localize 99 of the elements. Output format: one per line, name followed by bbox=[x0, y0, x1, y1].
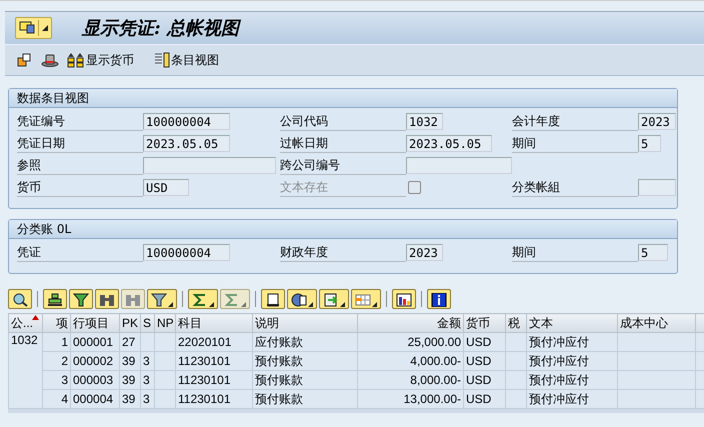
table-cell: 4 bbox=[42, 390, 70, 408]
column-header[interactable]: 金额 bbox=[358, 314, 464, 332]
table-icon bbox=[355, 293, 371, 307]
hat-icon bbox=[41, 53, 59, 67]
toolbar-button[interactable] bbox=[147, 289, 177, 309]
menu-button[interactable] bbox=[15, 17, 52, 39]
sigma-icon bbox=[192, 293, 208, 307]
table-cell: 000002 bbox=[70, 352, 120, 370]
column-header[interactable]: 货币 bbox=[464, 314, 506, 332]
table-cell: 1 bbox=[42, 332, 70, 352]
input-field[interactable]: 2023.05.05 bbox=[143, 134, 230, 152]
input-field[interactable]: 1032 bbox=[406, 112, 443, 130]
filter-funnel-icon bbox=[73, 293, 89, 307]
table-cell: 000003 bbox=[70, 370, 120, 390]
toolbar-button[interactable] bbox=[427, 289, 451, 309]
page-icon bbox=[265, 293, 281, 307]
table-cell: 25,000.00 bbox=[358, 332, 464, 352]
table-cell: USD bbox=[464, 352, 506, 370]
input-field[interactable]: 5 bbox=[638, 244, 668, 260]
caret-icon bbox=[340, 302, 345, 307]
toolbar-button[interactable] bbox=[69, 289, 93, 309]
table-cell: 000004 bbox=[70, 390, 120, 408]
toolbar-button[interactable] bbox=[392, 289, 416, 309]
table-cell: 27 bbox=[120, 332, 140, 352]
caret-icon bbox=[241, 302, 246, 307]
table-cell: 8,000.00- bbox=[358, 370, 464, 390]
column-header[interactable]: 科目 bbox=[176, 314, 252, 332]
table-cell: 22020101 bbox=[176, 332, 252, 352]
table-cell: 预付账款 bbox=[252, 390, 358, 408]
caret-icon bbox=[308, 302, 313, 307]
table-cell: 预付账款 bbox=[252, 352, 358, 370]
toolbar-button[interactable] bbox=[43, 289, 67, 309]
column-header[interactable]: NP bbox=[154, 314, 176, 332]
column-header[interactable]: 文本 bbox=[526, 314, 618, 332]
table-cell: 预付冲应付 bbox=[526, 352, 618, 370]
toolbar-button[interactable]: 条目视图 bbox=[152, 50, 221, 70]
toolbar-button[interactable] bbox=[319, 289, 349, 309]
column-header[interactable]: 项 bbox=[42, 314, 70, 332]
input-field[interactable]: 100000004 bbox=[143, 244, 230, 260]
table-cell: 13,000.00- bbox=[358, 390, 464, 408]
caret-icon bbox=[372, 302, 377, 307]
table-cell: 11230101 bbox=[176, 390, 252, 408]
chart-icon bbox=[396, 293, 412, 307]
details-icon bbox=[12, 293, 28, 307]
table-cell: USD bbox=[464, 370, 506, 390]
column-header[interactable]: PK bbox=[120, 314, 140, 332]
table-cell: 应付账款 bbox=[252, 332, 358, 352]
input-field[interactable]: 2023 bbox=[638, 112, 676, 130]
column-header[interactable]: 成本中心 bbox=[618, 314, 696, 332]
table-cell: 预付账款 bbox=[252, 370, 358, 390]
table-cell: 2 bbox=[42, 352, 70, 370]
toolbar-button[interactable]: 显示货币 bbox=[65, 50, 136, 70]
toolbar-button[interactable] bbox=[95, 289, 119, 309]
toolbar-button[interactable] bbox=[8, 289, 32, 309]
input-field[interactable] bbox=[406, 156, 512, 174]
table-cell: USD bbox=[464, 332, 506, 352]
group-title: 数据条目视图 bbox=[17, 90, 89, 106]
table-cell: 39 bbox=[120, 370, 140, 390]
list-icon bbox=[154, 52, 170, 68]
input-field[interactable]: 100000004 bbox=[143, 112, 230, 130]
input-field[interactable]: 2023 bbox=[406, 244, 443, 260]
column-header[interactable]: 税 bbox=[506, 314, 526, 332]
toolbar-button[interactable] bbox=[261, 289, 285, 309]
screen-icon bbox=[19, 21, 35, 35]
input-field[interactable]: 2023.05.05 bbox=[406, 134, 492, 152]
column-header[interactable]: 公... bbox=[8, 314, 42, 332]
funnel-icon bbox=[151, 293, 167, 307]
toolbar-button[interactable] bbox=[287, 289, 317, 309]
copy-icon bbox=[17, 52, 33, 68]
window-title: 显示凭证: 总帐视图 bbox=[82, 17, 239, 40]
input-field[interactable] bbox=[143, 156, 276, 174]
column-header[interactable]: 说明 bbox=[252, 314, 358, 332]
export-icon bbox=[323, 293, 339, 307]
table-cell: 000001 bbox=[70, 332, 120, 352]
coins-icon bbox=[67, 52, 85, 68]
table-cell: 11230101 bbox=[176, 352, 252, 370]
column-header[interactable]: 行项目 bbox=[70, 314, 120, 332]
group-title: 分类账 0L bbox=[17, 220, 72, 238]
table-cell: USD bbox=[464, 390, 506, 408]
table-cell: 预付冲应付 bbox=[526, 332, 618, 352]
table-cell: 1032 bbox=[8, 332, 42, 408]
table-cell: 39 bbox=[120, 352, 140, 370]
table-cell: 11230101 bbox=[176, 370, 252, 390]
field-label: 文本存在 bbox=[280, 178, 406, 196]
table-cell: 预付冲应付 bbox=[526, 390, 618, 408]
table-cell: 3 bbox=[42, 370, 70, 390]
column-header[interactable]: S bbox=[140, 314, 154, 332]
input-field[interactable] bbox=[638, 178, 676, 196]
info-icon bbox=[431, 293, 447, 307]
caret-icon bbox=[42, 25, 48, 31]
caret-icon bbox=[168, 302, 173, 307]
stack-icon bbox=[47, 293, 63, 307]
sigma-icon bbox=[224, 293, 240, 307]
table-cell: 4,000.00- bbox=[358, 352, 464, 370]
table-cell: 预付冲应付 bbox=[526, 370, 618, 390]
caret-icon bbox=[209, 302, 214, 307]
input-field[interactable]: USD bbox=[143, 178, 189, 196]
table-cell: 39 bbox=[120, 390, 140, 408]
input-field[interactable]: 5 bbox=[638, 134, 661, 152]
